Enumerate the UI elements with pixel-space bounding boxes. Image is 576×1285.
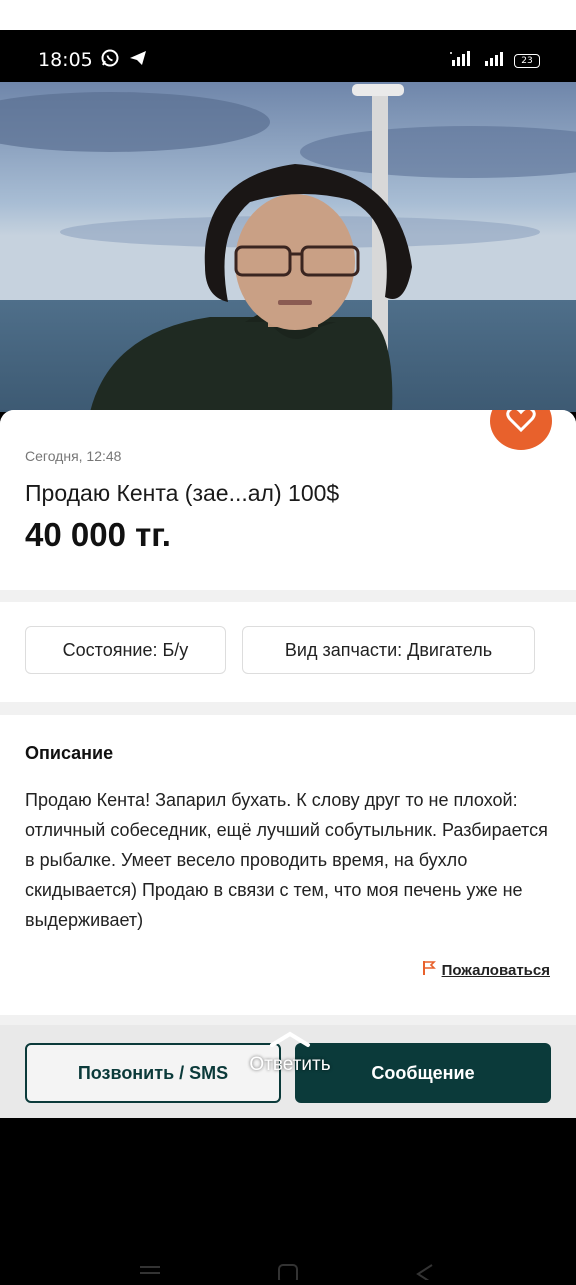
chevron-up-icon (230, 1030, 350, 1054)
description-text: Продаю Кента! Запарил бухать. К слову др… (25, 790, 548, 930)
whatsapp-icon (100, 48, 120, 73)
listing-card: Сегодня, 12:48 Продаю Кента (зае...ал) 1… (0, 410, 576, 1118)
favorite-button[interactable] (490, 410, 552, 450)
flag-icon (422, 960, 436, 980)
status-time: 18:05 (38, 49, 93, 71)
part-type-chip[interactable]: Вид запчасти: Двигатель (242, 626, 535, 674)
listing-price: 40 000 тг. (25, 516, 171, 553)
menu-icon[interactable] (140, 1264, 160, 1283)
battery-icon: 23 (514, 53, 540, 68)
reply-label: Ответить (249, 1054, 331, 1075)
status-system-icons: 23 (450, 50, 540, 71)
description-section: Описание Продаю Кента! Запарил бухать. К… (0, 715, 576, 1015)
system-nav-bar (0, 1250, 576, 1284)
report-link[interactable]: Пожаловаться (422, 960, 550, 980)
heart-icon (506, 410, 536, 437)
back-icon[interactable] (414, 1264, 434, 1285)
listing-header: Сегодня, 12:48 Продаю Кента (зае...ал) 1… (0, 410, 576, 590)
reply-overlay[interactable]: Ответить (230, 1030, 350, 1076)
condition-chip[interactable]: Состояние: Б/у (25, 626, 226, 674)
signal-h-icon (450, 50, 476, 71)
listing-attributes: Состояние: Б/у Вид запчасти: Двигатель (0, 602, 576, 702)
telegram-icon (128, 48, 148, 73)
report-label: Пожаловаться (441, 961, 550, 979)
listing-title: Продаю Кента (зае...ал) 100$ (25, 480, 340, 506)
description-title: Описание (25, 743, 114, 763)
top-strip (0, 0, 576, 30)
status-notification-icons (100, 48, 148, 73)
signal-icon (484, 50, 506, 71)
home-icon[interactable] (278, 1264, 298, 1285)
listing-photo[interactable] (0, 82, 576, 412)
listing-date: Сегодня, 12:48 (25, 448, 122, 464)
status-bar: 18:05 23 (0, 30, 576, 82)
